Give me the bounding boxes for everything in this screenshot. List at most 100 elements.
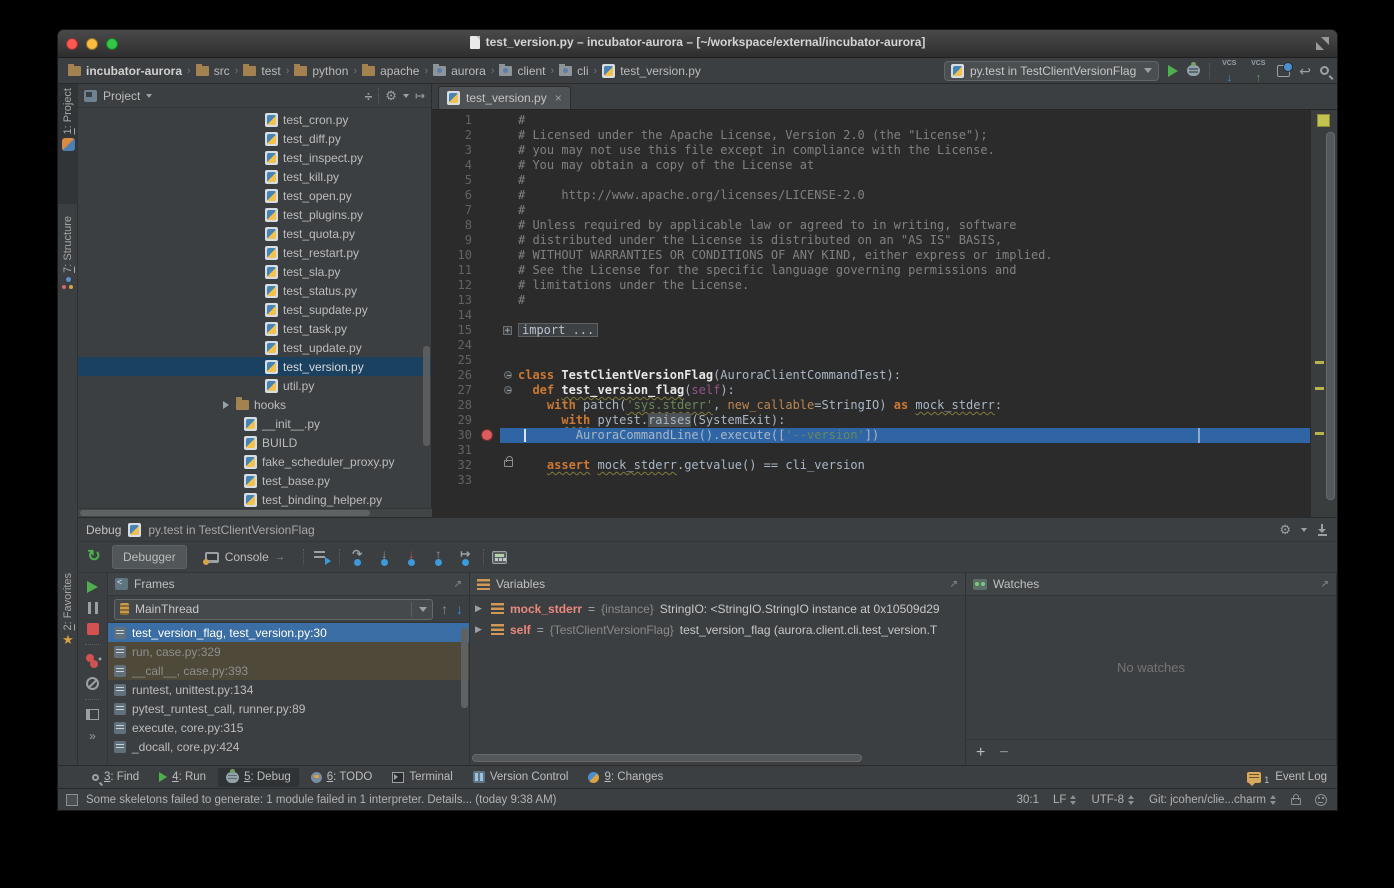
step-out-icon[interactable]: ↑: [429, 549, 448, 566]
caret-position[interactable]: 30:1: [1017, 794, 1039, 806]
tree-item[interactable]: BUILD: [78, 433, 431, 452]
line-ending-select[interactable]: LF: [1053, 794, 1077, 806]
git-branch-select[interactable]: Git: jcohen/clie...charm: [1149, 794, 1277, 806]
inspection-profile-icon[interactable]: [1315, 794, 1327, 806]
code-text[interactable]: #: [518, 113, 1310, 128]
fold-column[interactable]: [500, 383, 518, 398]
tree-item[interactable]: test_kill.py: [78, 167, 431, 186]
hide-tool-window-icon[interactable]: [1317, 524, 1329, 536]
sidebar-item-project[interactable]: 1: Project: [58, 84, 78, 204]
code-text[interactable]: [518, 308, 1310, 323]
breadcrumb-item[interactable]: incubator-aurora: [68, 64, 182, 78]
gutter-mark-area[interactable]: [478, 368, 500, 383]
search-everywhere-button[interactable]: [1320, 66, 1329, 75]
code-line[interactable]: 5#: [432, 173, 1310, 188]
code-line[interactable]: 26class TestClientVersionFlag(AuroraClie…: [432, 368, 1310, 383]
code-text[interactable]: assert mock_stderr.getvalue() == cli_ver…: [518, 458, 1310, 473]
hide-panel-icon[interactable]: ↦: [415, 90, 425, 102]
breadcrumb-item[interactable]: client: [499, 64, 545, 78]
mute-breakpoints-button[interactable]: [86, 677, 99, 690]
breadcrumb-item[interactable]: aurora: [433, 64, 486, 78]
vcs-update-button[interactable]: ↓: [1219, 62, 1239, 80]
breakpoint-icon[interactable]: [481, 429, 493, 441]
evaluate-expression-icon[interactable]: [492, 551, 507, 564]
frame-row[interactable]: _docall, core.py:424: [108, 737, 469, 756]
fold-column[interactable]: [500, 248, 518, 263]
toolwindow-tab-versioncontrol[interactable]: Version Control: [465, 768, 577, 787]
code-line[interactable]: 1#: [432, 113, 1310, 128]
tree-item[interactable]: fake_scheduler_proxy.py: [78, 452, 431, 471]
frame-row[interactable]: __call__, case.py:393: [108, 661, 469, 680]
fold-column[interactable]: [500, 233, 518, 248]
tree-item[interactable]: test_task.py: [78, 319, 431, 338]
code-text[interactable]: [518, 443, 1310, 458]
fold-column[interactable]: [500, 338, 518, 353]
tree-item[interactable]: util.py: [78, 376, 431, 395]
tree-item[interactable]: test_supdate.py: [78, 300, 431, 319]
code-line[interactable]: 33: [432, 473, 1310, 488]
stop-button[interactable]: [87, 623, 99, 635]
code-line[interactable]: 15+import ...: [432, 323, 1310, 338]
code-text[interactable]: # distributed under the License is distr…: [518, 233, 1310, 248]
code-line[interactable]: 11# See the License for the specific lan…: [432, 263, 1310, 278]
gutter-mark-area[interactable]: [478, 203, 500, 218]
code-text[interactable]: # WITHOUT WARRANTIES OR CONDITIONS OF AN…: [518, 248, 1310, 263]
fold-column[interactable]: [500, 128, 518, 143]
variable-row[interactable]: ▶self = {TestClientVersionFlag} test_ver…: [470, 619, 965, 640]
resume-button[interactable]: [87, 581, 98, 593]
gutter-mark-area[interactable]: [478, 473, 500, 488]
code-text[interactable]: import ...: [518, 323, 1310, 338]
gutter-mark-area[interactable]: [478, 248, 500, 263]
gutter-mark-area[interactable]: [478, 188, 500, 203]
frames-vertical-scrollbar[interactable]: [461, 628, 468, 708]
tree-item[interactable]: test_base.py: [78, 471, 431, 490]
tab-console[interactable]: Console →: [195, 545, 295, 569]
gutter-mark-area[interactable]: [478, 113, 500, 128]
toolwindow-tab-run[interactable]: 4: Run: [151, 768, 214, 787]
gutter-mark-area[interactable]: [478, 263, 500, 278]
code-line[interactable]: 32 assert mock_stderr.getvalue() == cli_…: [432, 458, 1310, 473]
run-button[interactable]: [1168, 65, 1178, 77]
code-line[interactable]: 24: [432, 338, 1310, 353]
fold-column[interactable]: [500, 368, 518, 383]
code-text[interactable]: [518, 338, 1310, 353]
status-message[interactable]: Some skeletons failed to generate: 1 mod…: [86, 794, 556, 806]
code-line[interactable]: 3# you may not use this file except in c…: [432, 143, 1310, 158]
code-text[interactable]: #: [518, 203, 1310, 218]
warning-stripe-mark[interactable]: [1315, 361, 1324, 364]
frame-row[interactable]: runtest, unittest.py:134: [108, 680, 469, 699]
fold-column[interactable]: [500, 308, 518, 323]
fold-column[interactable]: [500, 278, 518, 293]
toolwindow-tab-find[interactable]: 3: Find: [84, 768, 147, 787]
gutter-mark-area[interactable]: [478, 218, 500, 233]
background-tasks-icon[interactable]: [66, 794, 78, 806]
more-actions-button[interactable]: »: [89, 729, 96, 743]
lock-icon[interactable]: [1291, 798, 1301, 805]
tree-item[interactable]: test_cron.py: [78, 110, 431, 129]
force-step-into-icon[interactable]: ↓: [402, 549, 421, 566]
code-line[interactable]: 28 with patch('sys.stderr', new_callable…: [432, 398, 1310, 413]
tree-item[interactable]: test_diff.py: [78, 129, 431, 148]
code-area[interactable]: 1#2# Licensed under the Apache License, …: [432, 110, 1310, 517]
sidebar-item-favorites[interactable]: 2: Favorites ★: [58, 569, 78, 679]
code-line[interactable]: 4# You may obtain a copy of the License …: [432, 158, 1310, 173]
code-text[interactable]: # you may not use this file except in co…: [518, 143, 1310, 158]
rerun-icon[interactable]: ↻: [84, 549, 104, 565]
gutter-mark-area[interactable]: [478, 173, 500, 188]
code-text[interactable]: # Licensed under the Apache License, Ver…: [518, 128, 1310, 143]
show-execution-point-icon[interactable]: [312, 549, 331, 566]
gutter-mark-area[interactable]: [478, 353, 500, 368]
show-changes-button[interactable]: [1277, 65, 1290, 77]
code-line[interactable]: 13#: [432, 293, 1310, 308]
code-text[interactable]: [518, 473, 1310, 488]
fullscreen-resize-icon[interactable]: [1316, 37, 1329, 50]
vcs-commit-button[interactable]: ↑: [1248, 62, 1268, 80]
chevron-right-icon[interactable]: [223, 401, 229, 409]
float-panel-icon[interactable]: ↗: [1321, 579, 1329, 590]
breadcrumb-item[interactable]: cli: [559, 64, 588, 78]
frame-row[interactable]: run, case.py:329: [108, 642, 469, 661]
tree-item[interactable]: test_binding_helper.py: [78, 490, 431, 509]
tree-item[interactable]: test_open.py: [78, 186, 431, 205]
code-text[interactable]: # http://www.apache.org/licenses/LICENSE…: [518, 188, 1310, 203]
code-text[interactable]: # Unless required by applicable law or a…: [518, 218, 1310, 233]
